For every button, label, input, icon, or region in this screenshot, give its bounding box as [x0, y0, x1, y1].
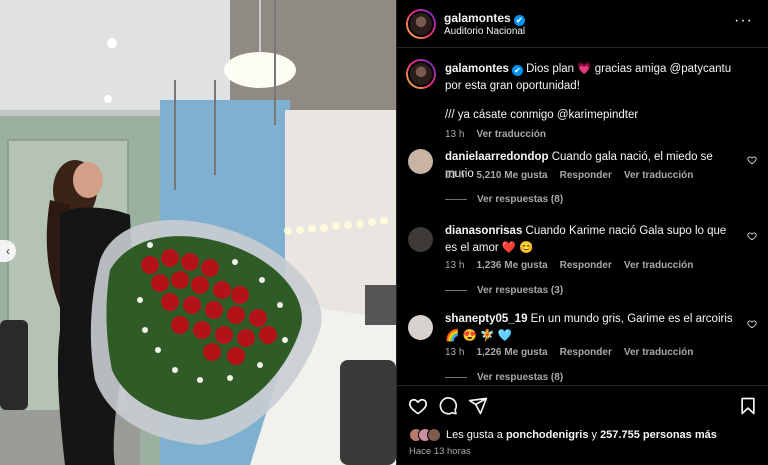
- reply-button[interactable]: Responder: [560, 260, 612, 271]
- view-replies-button[interactable]: Ver respuestas (8): [445, 372, 563, 383]
- comment-meta: 13 h 1,236 Me gusta Responder Ver traducció…: [445, 260, 705, 271]
- reply-button[interactable]: Responder: [560, 347, 612, 358]
- caption-text-2: /// ya cásate conmigo @karimepindter: [445, 109, 639, 121]
- more-options-button[interactable]: ···: [734, 12, 753, 30]
- commenter-username[interactable]: danielaarredondop: [445, 151, 549, 163]
- view-replies-button[interactable]: Ver respuestas (8): [445, 194, 563, 205]
- liker-avatar: [427, 428, 441, 442]
- replies-divider: [445, 199, 467, 200]
- comment-time[interactable]: 13 h: [445, 170, 464, 181]
- like-comment-heart-icon[interactable]: [747, 155, 757, 165]
- heart-icon[interactable]: [408, 396, 428, 416]
- replies-divider: [445, 290, 467, 291]
- caption-text: galamontes ✔ Dios plan 💗 gracias amiga @p…: [445, 63, 732, 92]
- comments-section: galamontes ✔ Dios plan 💗 gracias amiga @p…: [397, 49, 768, 384]
- caption-username[interactable]: galamontes: [445, 63, 509, 75]
- replies-divider: [445, 377, 467, 378]
- translate-link[interactable]: Ver traducción: [624, 170, 693, 181]
- like-comment-heart-icon[interactable]: [747, 319, 757, 329]
- reply-button[interactable]: Responder: [560, 170, 612, 181]
- verified-badge-icon: ✔: [513, 15, 525, 26]
- commenter-username[interactable]: shanepty05_19: [445, 313, 527, 325]
- commenter-username[interactable]: dianasonrisas: [445, 225, 522, 237]
- comment-text: dianasonrisas Cuando Karime nació Gala s…: [445, 225, 727, 254]
- comment-time[interactable]: 13 h: [445, 260, 464, 271]
- translate-link[interactable]: Ver traducción: [624, 260, 693, 271]
- photo-scene: [0, 0, 396, 465]
- likes-text: Les gusta a ponchodenigris y 257.755 per…: [446, 429, 717, 441]
- comment-icon[interactable]: [438, 396, 458, 416]
- bookmark-icon[interactable]: [738, 396, 758, 416]
- post-actions: Les gusta a ponchodenigris y 257.755 per…: [397, 385, 768, 465]
- liker-username[interactable]: ponchodenigris: [506, 429, 589, 441]
- likes-count[interactable]: 257.755 personas más: [600, 429, 717, 441]
- view-replies-button[interactable]: Ver respuestas (3): [445, 285, 563, 296]
- comment-likes[interactable]: 1,236 Me gusta: [476, 260, 547, 271]
- translate-link[interactable]: Ver traducción: [624, 347, 693, 358]
- commenter-avatar[interactable]: [408, 149, 433, 174]
- caption-avatar[interactable]: [406, 59, 436, 89]
- author-avatar[interactable]: [406, 9, 436, 39]
- comment-meta: 13 h 1,226 Me gusta Responder Ver traducció…: [445, 347, 705, 358]
- post-photo[interactable]: ‹: [0, 0, 396, 465]
- comment-likes[interactable]: 1,226 Me gusta: [476, 347, 547, 358]
- like-comment-heart-icon[interactable]: [747, 231, 757, 241]
- chevron-left-icon: ‹: [6, 244, 10, 258]
- comment-text: shanepty05_19 En un mundo gris, Garime e…: [445, 313, 733, 342]
- post-panel: galamontes ✔ Auditorio Nacional ··· galam…: [396, 0, 768, 465]
- likes-summary: Les gusta a ponchodenigris y 257.755 per…: [409, 428, 717, 442]
- translate-link[interactable]: Ver traducción: [476, 129, 545, 140]
- caption-meta: 13 h Ver traducción: [445, 129, 558, 140]
- post-location[interactable]: Auditorio Nacional: [444, 26, 525, 37]
- caption-time[interactable]: 13 h: [445, 129, 464, 140]
- share-icon[interactable]: [468, 396, 488, 416]
- comment-meta: 13 h 5,210 Me gusta Responder Ver traducció…: [445, 170, 705, 181]
- post-header: galamontes ✔ Auditorio Nacional ···: [397, 0, 768, 48]
- commenter-avatar[interactable]: [408, 315, 433, 340]
- comment-likes[interactable]: 5,210 Me gusta: [476, 170, 547, 181]
- post-timestamp[interactable]: Hace 13 horas: [409, 446, 471, 457]
- comment-time[interactable]: 13 h: [445, 347, 464, 358]
- commenter-avatar[interactable]: [408, 227, 433, 252]
- verified-badge-icon: ✔: [511, 65, 523, 76]
- author-username[interactable]: galamontes ✔: [444, 11, 525, 26]
